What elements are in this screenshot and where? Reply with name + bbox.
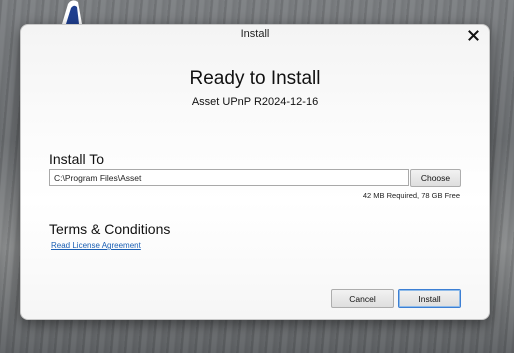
install-dialog: Install Ready to Install Asset UPnP R202… [20, 24, 490, 320]
close-button[interactable] [465, 27, 481, 43]
terms-label: Terms & Conditions [49, 221, 171, 237]
page-title: Ready to Install [189, 68, 321, 89]
install-to-label: Install To [49, 151, 104, 167]
choose-button[interactable]: Choose [410, 169, 461, 187]
app-logo-icon[interactable] [58, 0, 84, 24]
product-version: Asset UPnP R2024-12-16 [191, 96, 319, 108]
install-button[interactable]: Install [398, 289, 461, 308]
install-path-input[interactable] [49, 169, 409, 186]
close-icon [467, 29, 479, 41]
title-bar: Install [21, 25, 489, 45]
cancel-button[interactable]: Cancel [331, 289, 394, 308]
license-agreement-link[interactable]: Read License Agreement [51, 241, 141, 250]
window-title: Install [240, 28, 270, 40]
disk-space-info: 42 MB Required, 78 GB Free [362, 191, 460, 200]
